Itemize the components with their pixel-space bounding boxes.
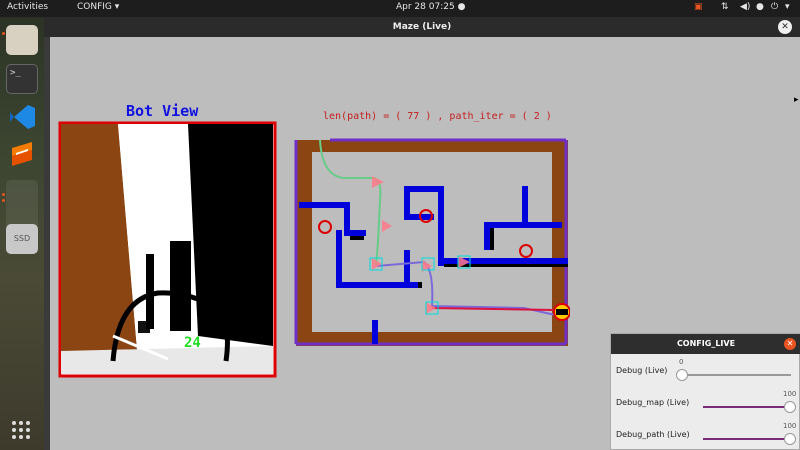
bot-view: 24 [58, 121, 277, 378]
files-icon[interactable] [6, 25, 38, 55]
system-menu-chevron-icon[interactable]: ▾ [785, 2, 790, 12]
close-icon[interactable]: ✕ [778, 20, 792, 34]
bot-view-number: 24 [184, 335, 201, 351]
window-title: Maze (Live) [392, 22, 452, 32]
debug-slider-knob[interactable] [676, 369, 688, 381]
robot-icon [553, 303, 570, 321]
path-info: len(path) = ( 77 ) , path_iter = ( 2 ) [323, 111, 552, 122]
debug-map-label: Debug_map (Live) [616, 398, 690, 407]
clock[interactable]: Apr 28 07:25 ● [396, 2, 465, 12]
vscode-shape [10, 105, 35, 129]
debug-path-value: 100 [783, 422, 797, 430]
pillar [170, 241, 191, 331]
config-title-bar[interactable]: CONFIG_LIVE ✕ [611, 334, 800, 354]
sublime-icon[interactable] [6, 140, 38, 170]
config-panel[interactable]: CONFIG_LIVE ✕ 0 Debug (Live) 100 Debug_m… [610, 333, 800, 450]
drive-label: SSD [13, 234, 31, 243]
debug-path-track[interactable] [703, 438, 789, 440]
screen-record-icon[interactable]: ▣ [694, 2, 703, 12]
top-bar: Activities CONFIG ▾ Apr 28 07:25 ● ▣ ⇅ ◀… [0, 0, 800, 17]
running-indicator [2, 199, 5, 202]
active-app-highlight[interactable] [6, 180, 38, 230]
power-icon[interactable]: ⏻ [771, 2, 778, 12]
sublime-shape [12, 142, 32, 166]
right-wall [188, 124, 273, 346]
activities-button[interactable]: Activities [7, 2, 48, 12]
debug-track[interactable] [681, 374, 791, 376]
debug-path-label: Debug_path (Live) [616, 430, 690, 439]
running-indicator [2, 32, 5, 35]
debug-value: 0 [679, 358, 684, 366]
grid-icon [12, 421, 30, 439]
notification-dot-icon: ● [457, 2, 466, 12]
app-menu-label: CONFIG [77, 2, 112, 12]
config-title: CONFIG_LIVE [676, 339, 736, 348]
show-apps-icon[interactable] [11, 420, 31, 440]
app-menu[interactable]: CONFIG ▾ [77, 2, 119, 12]
chevron-down-icon: ▾ [114, 2, 120, 12]
running-indicator [2, 193, 5, 196]
window-title-bar[interactable]: Maze (Live) ✕ [44, 17, 800, 37]
drive-icon[interactable]: SSD [6, 224, 38, 254]
debug-map-value: 100 [783, 390, 797, 398]
debug-map-track[interactable] [703, 406, 789, 408]
microphone-icon[interactable]: ● [756, 2, 764, 12]
dock: >_ SSD [0, 17, 44, 450]
cursor-icon: ▸ [794, 95, 799, 105]
bot-view-title: Bot View [126, 102, 199, 120]
vscode-icon[interactable] [6, 102, 38, 132]
volume-icon[interactable]: ◀) [740, 2, 750, 12]
close-icon[interactable]: ✕ [784, 338, 796, 350]
terminal-icon[interactable]: >_ [6, 64, 38, 94]
maze [294, 138, 570, 346]
debug-map-slider-knob[interactable] [784, 401, 796, 413]
clock-label: Apr 28 07:25 [396, 2, 455, 12]
debug-path-slider-knob[interactable] [784, 433, 796, 445]
debug-label: Debug (Live) [616, 366, 668, 375]
network-icon[interactable]: ⇅ [721, 2, 729, 12]
